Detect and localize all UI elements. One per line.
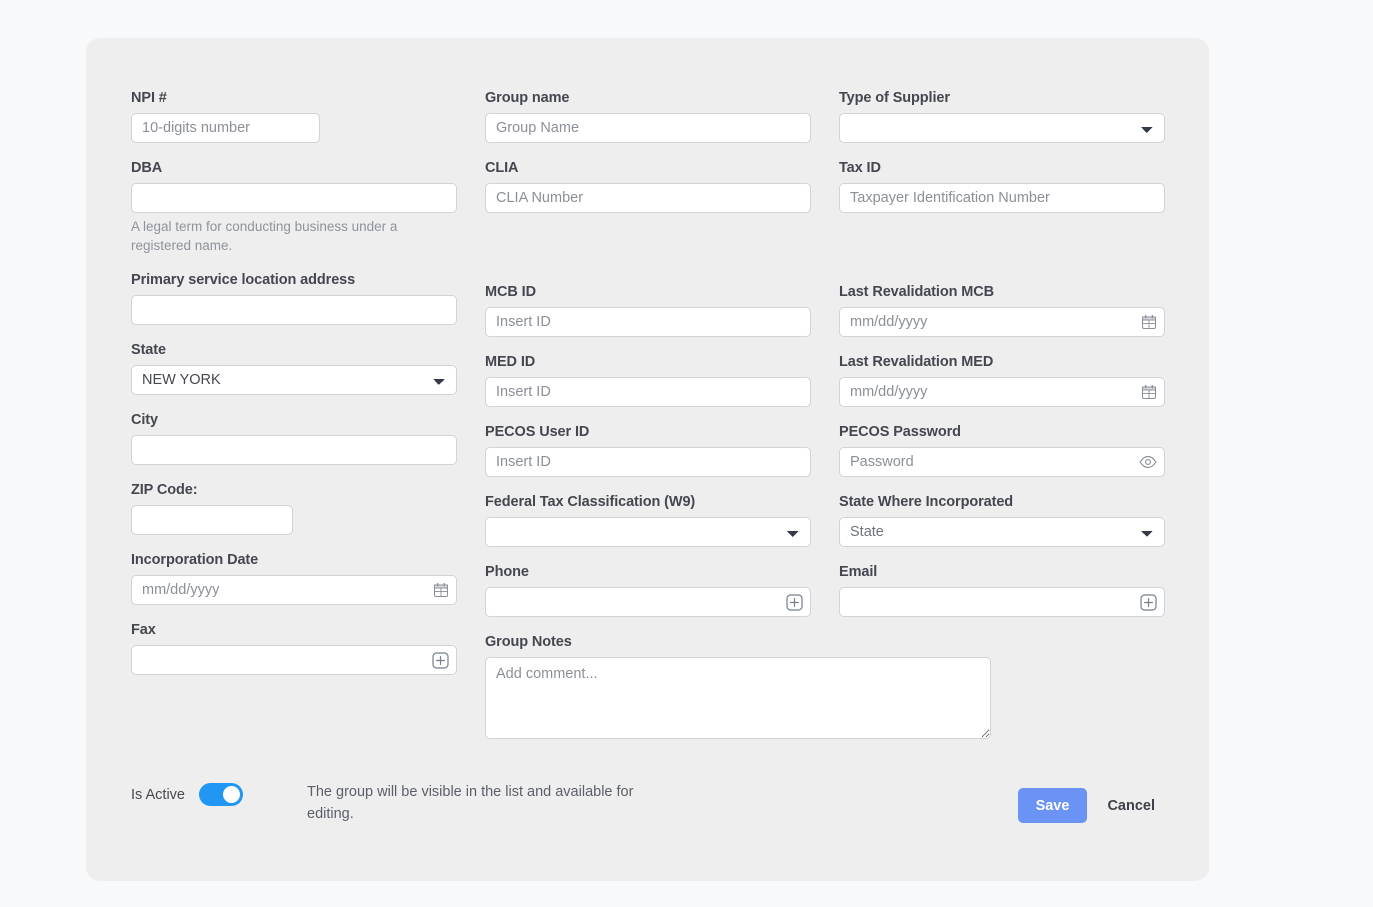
fax-input[interactable] bbox=[131, 645, 457, 675]
toggle-knob bbox=[223, 786, 240, 803]
label-group-notes: Group Notes bbox=[485, 634, 572, 650]
last-revalidation-med-wrapper bbox=[839, 377, 1165, 407]
label-group-name: Group name bbox=[485, 90, 570, 106]
dba-input[interactable] bbox=[131, 183, 457, 213]
label-last-revalidation-mcb: Last Revalidation MCB bbox=[839, 284, 995, 300]
label-state-where-incorporated: State Where Incorporated bbox=[839, 494, 1014, 510]
form-column-left: NPI # DBA A legal term for conducting bu… bbox=[131, 90, 461, 675]
label-pecos-password: PECOS Password bbox=[839, 424, 961, 440]
state-where-incorporated-select[interactable]: State bbox=[839, 517, 1165, 547]
is-active-toggle[interactable] bbox=[199, 783, 243, 806]
form-column-middle: Group name CLIA MCB ID MED ID bbox=[485, 90, 991, 739]
is-active-group: Is Active bbox=[131, 783, 243, 806]
label-email: Email bbox=[839, 564, 878, 580]
group-name-input[interactable] bbox=[485, 113, 811, 143]
incorporation-date-wrapper bbox=[131, 575, 457, 605]
add-square-icon[interactable] bbox=[1139, 593, 1157, 611]
label-federal-tax-classification: Federal Tax Classification (W9) bbox=[485, 494, 696, 510]
is-active-description: The group will be visible in the list an… bbox=[307, 784, 634, 822]
field-last-revalidation-mcb: Last Revalidation MCB bbox=[839, 284, 1169, 337]
clia-input[interactable] bbox=[485, 183, 811, 213]
label-last-revalidation-med: Last Revalidation MED bbox=[839, 354, 994, 370]
field-incorporation-date: Incorporation Date bbox=[131, 552, 461, 605]
fax-wrapper bbox=[131, 645, 457, 675]
label-dba: DBA bbox=[131, 160, 163, 176]
cancel-button[interactable]: Cancel bbox=[1097, 788, 1165, 823]
group-form-card: NPI # DBA A legal term for conducting bu… bbox=[86, 38, 1209, 881]
type-of-supplier-select[interactable] bbox=[839, 113, 1165, 143]
label-tax-id: Tax ID bbox=[839, 160, 881, 176]
label-state: State bbox=[131, 342, 166, 358]
calendar-icon[interactable] bbox=[1142, 385, 1156, 400]
field-primary-service-location-address: Primary service location address bbox=[131, 272, 461, 325]
label-pecos-user-id: PECOS User ID bbox=[485, 424, 590, 440]
pecos-user-id-input[interactable] bbox=[485, 447, 811, 477]
save-button[interactable]: Save bbox=[1017, 788, 1088, 823]
primary-service-location-address-input[interactable] bbox=[131, 295, 457, 325]
group-notes-textarea[interactable] bbox=[485, 657, 991, 739]
last-revalidation-mcb-input[interactable] bbox=[839, 307, 1165, 337]
last-revalidation-mcb-wrapper bbox=[839, 307, 1165, 337]
field-federal-tax-classification: Federal Tax Classification (W9) bbox=[485, 494, 815, 547]
calendar-icon[interactable] bbox=[434, 583, 448, 598]
field-tax-id: Tax ID bbox=[839, 160, 1169, 213]
is-active-label: Is Active bbox=[131, 786, 185, 803]
dba-hint: A legal term for conducting business und… bbox=[131, 219, 398, 253]
email-wrapper bbox=[839, 587, 1165, 617]
footer-actions: Save Cancel bbox=[1017, 788, 1165, 823]
field-last-revalidation-med: Last Revalidation MED bbox=[839, 354, 1169, 407]
field-pecos-user-id: PECOS User ID bbox=[485, 424, 815, 477]
form-footer: Is Active The group will be visible in t… bbox=[131, 773, 1165, 863]
med-id-input[interactable] bbox=[485, 377, 811, 407]
email-input[interactable] bbox=[839, 587, 1165, 617]
label-phone: Phone bbox=[485, 564, 529, 580]
tax-id-input[interactable] bbox=[839, 183, 1165, 213]
page: NPI # DBA A legal term for conducting bu… bbox=[0, 0, 1373, 907]
field-npi: NPI # bbox=[131, 90, 461, 143]
label-mcb-id: MCB ID bbox=[485, 284, 536, 300]
field-type-of-supplier: Type of Supplier bbox=[839, 90, 1169, 143]
last-revalidation-med-input[interactable] bbox=[839, 377, 1165, 407]
field-state: State NEW YORK bbox=[131, 342, 461, 395]
pecos-password-input[interactable] bbox=[839, 447, 1165, 477]
field-med-id: MED ID bbox=[485, 354, 815, 407]
federal-tax-classification-select[interactable] bbox=[485, 517, 811, 547]
label-incorporation-date: Incorporation Date bbox=[131, 552, 259, 568]
label-zip-code: ZIP Code: bbox=[131, 482, 198, 498]
eye-icon[interactable] bbox=[1139, 453, 1157, 471]
mcb-id-input[interactable] bbox=[485, 307, 811, 337]
label-med-id: MED ID bbox=[485, 354, 536, 370]
field-mcb-id: MCB ID bbox=[485, 284, 815, 337]
field-pecos-password: PECOS Password bbox=[839, 424, 1169, 477]
field-city: City bbox=[131, 412, 461, 465]
field-email: Email bbox=[839, 564, 1169, 617]
form-column-right: Type of Supplier Tax ID Last Revalidatio… bbox=[839, 90, 1169, 617]
add-square-icon[interactable] bbox=[431, 651, 449, 669]
label-city: City bbox=[131, 412, 158, 428]
npi-input[interactable] bbox=[131, 113, 320, 143]
field-group-name: Group name bbox=[485, 90, 815, 143]
label-fax: Fax bbox=[131, 622, 156, 638]
field-group-notes: Group Notes bbox=[485, 634, 991, 739]
city-input[interactable] bbox=[131, 435, 457, 465]
field-phone: Phone bbox=[485, 564, 815, 617]
state-select[interactable]: NEW YORK bbox=[131, 365, 457, 395]
field-fax: Fax bbox=[131, 622, 461, 675]
calendar-icon[interactable] bbox=[1142, 315, 1156, 330]
label-primary-service-location-address: Primary service location address bbox=[131, 272, 356, 288]
add-square-icon[interactable] bbox=[785, 593, 803, 611]
field-clia: CLIA bbox=[485, 160, 815, 213]
phone-input[interactable] bbox=[485, 587, 811, 617]
phone-wrapper bbox=[485, 587, 811, 617]
label-npi: NPI # bbox=[131, 90, 167, 106]
field-zip-code: ZIP Code: bbox=[131, 482, 461, 535]
zip-code-input[interactable] bbox=[131, 505, 293, 535]
incorporation-date-input[interactable] bbox=[131, 575, 457, 605]
label-type-of-supplier: Type of Supplier bbox=[839, 90, 950, 106]
label-clia: CLIA bbox=[485, 160, 519, 176]
field-dba: DBA A legal term for conducting business… bbox=[131, 160, 461, 255]
pecos-password-wrapper bbox=[839, 447, 1165, 477]
field-state-where-incorporated: State Where Incorporated State bbox=[839, 494, 1169, 547]
